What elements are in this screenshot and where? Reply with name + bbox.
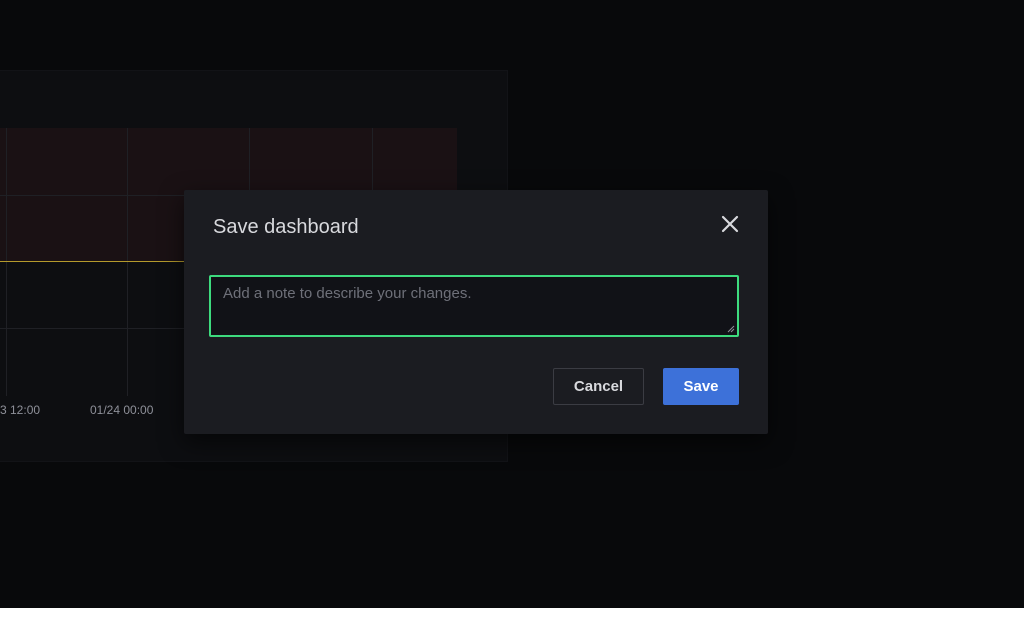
resize-handle-icon[interactable] (727, 325, 735, 333)
close-button[interactable] (718, 212, 742, 236)
modal-title: Save dashboard (213, 216, 359, 238)
save-button[interactable]: Save (663, 368, 739, 405)
grid-line (6, 128, 7, 396)
cancel-button[interactable]: Cancel (553, 368, 644, 405)
grid-line (127, 128, 128, 396)
note-field[interactable] (209, 275, 739, 337)
change-note-textarea[interactable] (211, 277, 737, 335)
x-axis-tick: 3 12:00 (0, 403, 41, 417)
dashboard-backdrop: 3 12:00 01/24 00:00 Save dashboard Cance… (0, 0, 1024, 608)
close-icon[interactable] (718, 212, 742, 236)
x-axis-tick: 01/24 00:00 (90, 403, 154, 417)
save-dashboard-modal: Save dashboard Cancel Save (184, 190, 768, 434)
